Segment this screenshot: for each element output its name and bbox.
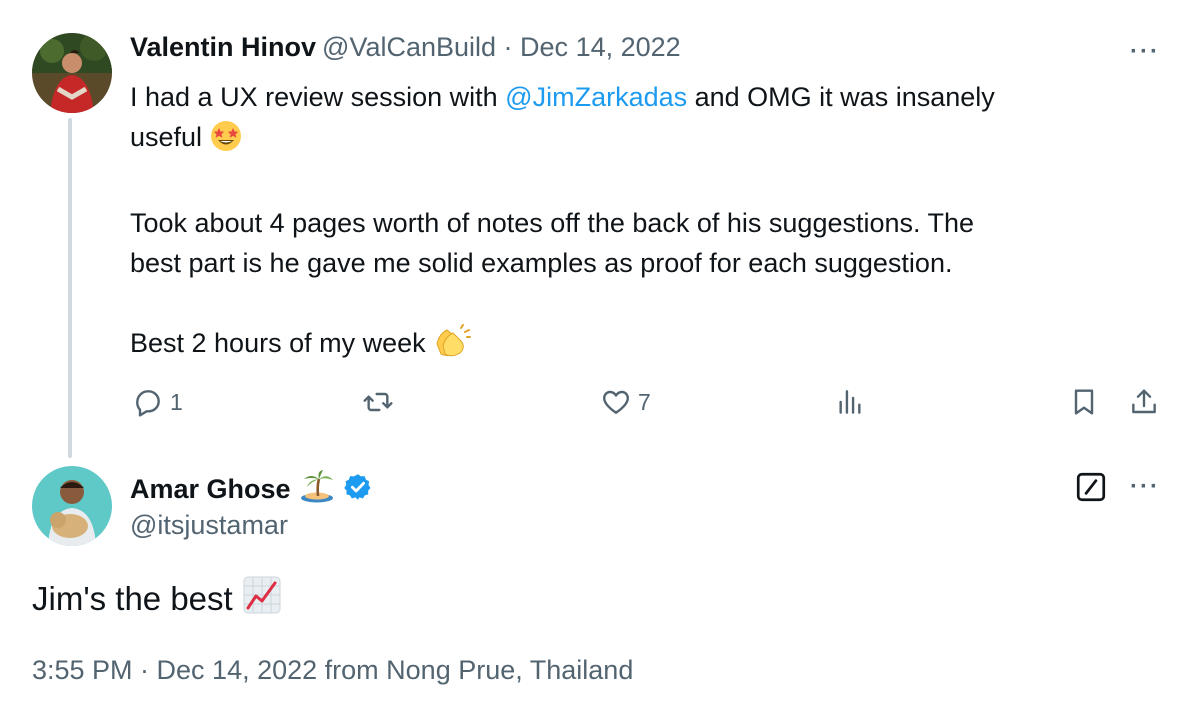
- tweet-text-part: and OMG it was insanely: [687, 82, 995, 112]
- avatar-valentin[interactable]: [32, 33, 112, 113]
- author-handle[interactable]: @ValCanBuild: [322, 32, 496, 63]
- author-name[interactable]: Amar Ghose: [130, 474, 291, 505]
- mention-link[interactable]: @JimZarkadas: [505, 82, 687, 112]
- more-options-icon[interactable]: ···: [1130, 38, 1160, 66]
- retweet-icon: [363, 392, 393, 412]
- grok-icon: [1076, 472, 1106, 502]
- verified-badge-icon[interactable]: [343, 472, 373, 507]
- thread-line: [68, 118, 72, 458]
- tweet-paragraph: Took about 4 pages worth of notes off th…: [130, 208, 975, 238]
- tweet-text-part: I had a UX review session with: [130, 82, 506, 112]
- tweet-text-part: useful: [130, 122, 203, 152]
- bookmark-button[interactable]: [1068, 386, 1100, 418]
- desert-island-emoji: [299, 470, 335, 509]
- reply-body: Jim's the best: [32, 576, 281, 622]
- author-name[interactable]: Valentin Hinov: [130, 32, 316, 63]
- tweet-date[interactable]: Dec 14, 2022: [520, 32, 681, 63]
- tweet-paragraph: best part is he gave me solid examples a…: [130, 248, 953, 278]
- header-separator: ·: [496, 32, 521, 62]
- reply-timestamp[interactable]: 3:55 PM · Dec 14, 2022 from Nong Prue, T…: [32, 655, 633, 686]
- star-struck-emoji: [210, 120, 242, 163]
- like-count: 7: [638, 388, 651, 415]
- tweet-paragraph: Best 2 hours of my week: [130, 328, 426, 358]
- avatar-amar[interactable]: [32, 466, 112, 546]
- retweet-button[interactable]: [362, 386, 400, 418]
- more-options-icon[interactable]: ···: [1130, 473, 1160, 501]
- tweet-header: Valentin Hinov @ValCanBuild · Dec 14, 20…: [130, 32, 681, 63]
- views-button[interactable]: [834, 386, 866, 418]
- reply-author-handle[interactable]: @itsjustamar: [130, 510, 288, 541]
- reply-icon: [136, 390, 160, 417]
- heart-icon: [603, 390, 629, 414]
- reply-text: Jim's the best: [32, 580, 233, 617]
- bookmark-icon: [1074, 389, 1094, 415]
- reply-count: 1: [170, 388, 183, 415]
- analytics-icon: [839, 390, 861, 414]
- tweet-body: I had a UX review session with @JimZarka…: [130, 77, 1150, 369]
- like-button[interactable]: 7: [600, 386, 651, 418]
- reply-header: Amar Ghose: [130, 470, 373, 509]
- share-icon: [1132, 389, 1156, 414]
- clapping-hands-emoji: [433, 324, 472, 369]
- reply-button[interactable]: 1: [132, 386, 183, 418]
- grok-button[interactable]: [1074, 470, 1108, 509]
- chart-increasing-emoji: [243, 576, 281, 622]
- share-button[interactable]: [1128, 386, 1160, 418]
